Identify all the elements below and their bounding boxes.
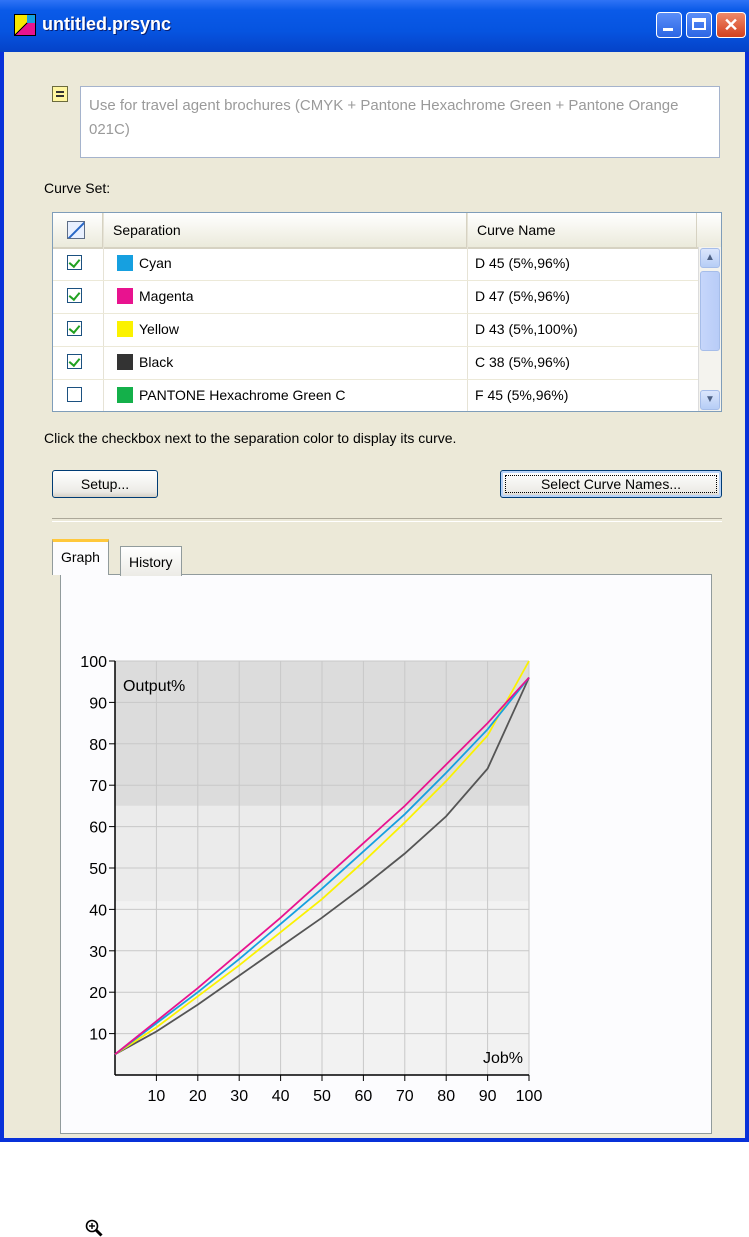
minimize-icon: [663, 28, 673, 31]
color-swatch: [117, 288, 133, 304]
window-title: untitled.prsync: [42, 14, 172, 34]
description-field[interactable]: Use for travel agent brochures (CMYK + P…: [80, 86, 720, 158]
table-scrollbar[interactable]: ▲ ▼: [698, 247, 721, 411]
separation-name: Magenta: [139, 288, 194, 304]
color-swatch: [117, 255, 133, 271]
x-tick-label: 80: [437, 1088, 455, 1105]
x-tick-label: 100: [516, 1088, 543, 1105]
close-button[interactable]: ✕: [716, 12, 746, 38]
curve-name[interactable]: C 38 (5%,96%): [475, 346, 570, 379]
header-curve-name[interactable]: Curve Name: [467, 213, 697, 247]
curve-name[interactable]: D 45 (5%,96%): [475, 247, 570, 280]
color-swatch: [117, 387, 133, 403]
y-tick-label: 30: [89, 944, 107, 961]
y-tick-label: 100: [80, 654, 107, 671]
y-tick-label: 80: [89, 737, 107, 754]
table-header: Separation Curve Name: [53, 213, 721, 249]
scroll-up-icon[interactable]: ▲: [700, 248, 720, 268]
prinergy-app-icon: [14, 14, 36, 36]
table-row[interactable]: Cyan D 45 (5%,96%): [53, 247, 698, 281]
dialog-body: Use for travel agent brochures (CMYK + P…: [4, 52, 745, 1237]
table-row[interactable]: PANTONE Hexachrome Green C F 45 (5%,96%): [53, 379, 698, 411]
setup-button[interactable]: Setup...: [52, 470, 158, 498]
curve-set-label: Curve Set:: [44, 180, 111, 196]
graph-panel: 10 20 30 40 50 60 70 80 90 100 10 20 30 40 50 60 70 80 90 1…: [60, 574, 712, 1237]
y-tick-label: 20: [89, 985, 107, 1002]
header-separation[interactable]: Separation: [103, 213, 467, 247]
color-swatch: [117, 321, 133, 337]
maximize-icon: [692, 18, 706, 30]
tab-history[interactable]: History: [120, 546, 182, 576]
row-checkbox[interactable]: [67, 288, 82, 303]
curve-chart: 10 20 30 40 50 60 70 80 90 100 10 20 30 40 50 60 70 80 90 1…: [80, 654, 543, 1105]
note-icon: [52, 86, 68, 102]
x-tick-label: 40: [272, 1088, 290, 1105]
separation-name: Yellow: [139, 321, 179, 337]
x-tick-label: 10: [148, 1088, 166, 1105]
curve-name[interactable]: D 47 (5%,96%): [475, 280, 570, 313]
separation-name: Cyan: [139, 255, 172, 271]
x-axis-label: Job%: [483, 1050, 523, 1067]
curve-name[interactable]: D 43 (5%,100%): [475, 313, 578, 346]
focus-rectangle: [505, 475, 717, 493]
row-checkbox[interactable]: [67, 255, 82, 270]
tab-graph[interactable]: Graph: [52, 539, 109, 575]
y-tick-label: 50: [89, 861, 107, 878]
table-row[interactable]: Black C 38 (5%,96%): [53, 346, 698, 380]
app-window: untitled.prsync ✕ Use for travel agent b…: [0, 0, 749, 1237]
separation-name: Black: [139, 354, 174, 370]
y-tick-label: 40: [89, 902, 107, 919]
hint-text: Click the checkbox next to the separatio…: [44, 430, 457, 446]
table-row[interactable]: Yellow D 43 (5%,100%): [53, 313, 698, 347]
x-tick-label: 60: [355, 1088, 373, 1105]
header-curve-column[interactable]: [53, 213, 103, 247]
section-divider: [52, 518, 722, 522]
row-checkbox[interactable]: [67, 387, 82, 402]
y-axis-label: Output%: [123, 678, 185, 695]
maximize-button[interactable]: [686, 12, 712, 38]
table-row[interactable]: Magenta D 47 (5%,96%): [53, 280, 698, 314]
y-tick-label: 60: [89, 820, 107, 837]
x-tick-label: 30: [230, 1088, 248, 1105]
x-tick-label: 20: [189, 1088, 207, 1105]
scroll-down-icon[interactable]: ▼: [700, 390, 720, 410]
separation-name: PANTONE Hexachrome Green C: [139, 387, 346, 403]
color-swatch: [117, 354, 133, 370]
row-checkbox[interactable]: [67, 354, 82, 369]
scroll-thumb[interactable]: [700, 271, 720, 351]
select-curve-names-button[interactable]: Select Curve Names...: [500, 470, 722, 498]
x-tick-label: 70: [396, 1088, 414, 1105]
title-bar[interactable]: untitled.prsync ✕: [0, 0, 749, 52]
minimize-button[interactable]: [656, 12, 682, 38]
curve-set-table: Separation Curve Name Cyan D 45 (5%,96%)…: [52, 212, 722, 412]
zoom-in-icon[interactable]: [85, 1219, 103, 1237]
row-checkbox[interactable]: [67, 321, 82, 336]
curve-name[interactable]: F 45 (5%,96%): [475, 379, 568, 411]
curve-graph-icon: [67, 221, 85, 239]
x-tick-label: 50: [313, 1088, 331, 1105]
y-tick-label: 10: [89, 1027, 107, 1044]
y-tick-label: 90: [89, 695, 107, 712]
y-tick-label: 70: [89, 778, 107, 795]
x-tick-label: 90: [479, 1088, 497, 1105]
close-icon: ✕: [723, 15, 739, 35]
